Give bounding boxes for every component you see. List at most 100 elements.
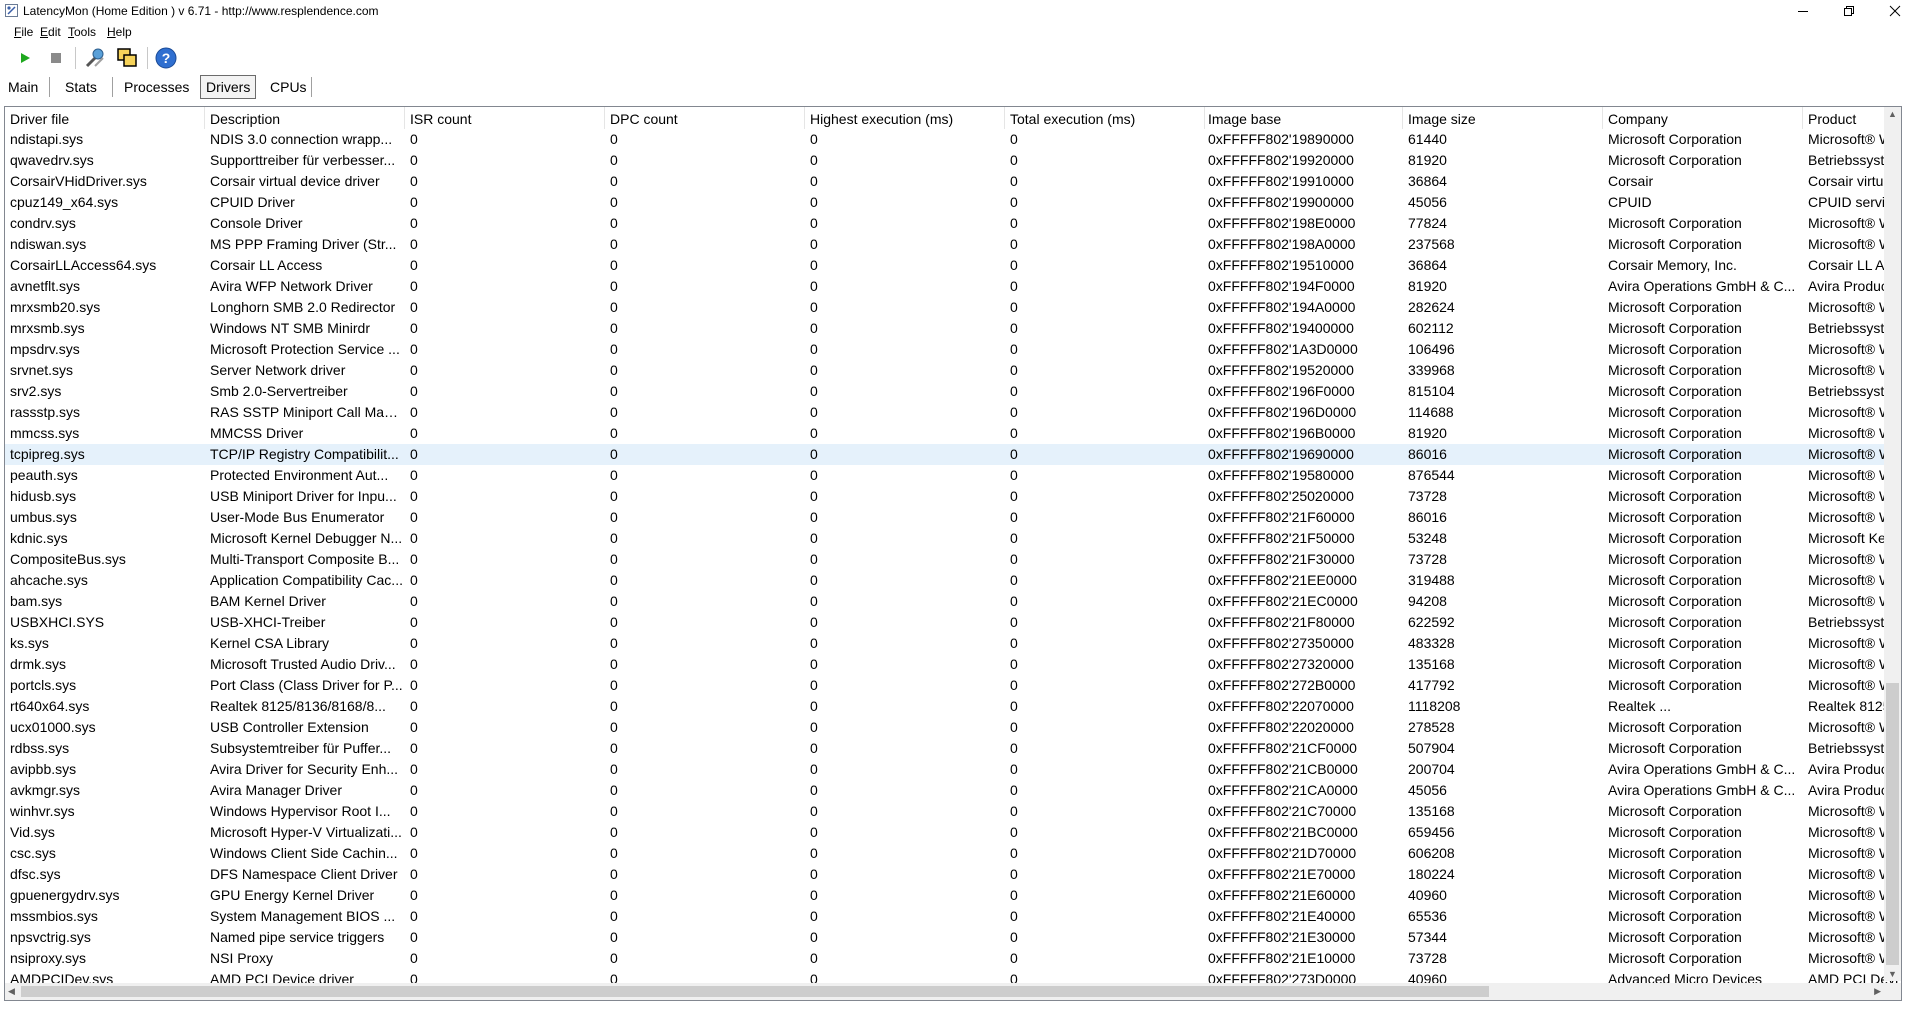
cell-image-size: 73728 <box>1408 551 1447 567</box>
horizontal-scrollbar[interactable]: ◀ ▶ <box>5 983 1884 1000</box>
menu-file[interactable]: File <box>14 25 33 39</box>
column-header-description[interactable]: Description <box>205 107 405 129</box>
column-header-highest-execution[interactable]: Highest execution (ms) <box>805 107 1005 129</box>
table-row[interactable]: condrv.sys Console Driver 0 0 0 0 0xFFFFF802'1… <box>5 213 1901 234</box>
cell-image-base: 0xFFFFF802'198E0000 <box>1208 215 1356 231</box>
cell-image-base: 0xFFFFF802'27350000 <box>1208 635 1354 651</box>
table-row[interactable]: winhvr.sys Windows Hypervisor Root I... 0 0… <box>5 801 1901 822</box>
table-row[interactable]: gpuenergydrv.sys GPU Energy Kernel Driver… <box>5 885 1901 906</box>
tab-stats[interactable]: Stats <box>60 76 102 98</box>
table-row[interactable]: ks.sys Kernel CSA Library 0 0 0 0 0xFFFFF802'2… <box>5 633 1901 654</box>
table-row[interactable]: ucx01000.sys USB Controller Extension 0 0 0 0… <box>5 717 1901 738</box>
cell-driver-file: USBXHCI.SYS <box>10 614 105 630</box>
cell-isr-count: 0 <box>410 824 418 840</box>
table-row[interactable]: mrxsmb20.sys Longhorn SMB 2.0 Redirector 0… <box>5 297 1901 318</box>
table-row[interactable]: rassstp.sys RAS SSTP Miniport Call Mana..… <box>5 402 1901 423</box>
table-row[interactable]: ndiswan.sys MS PPP Framing Driver (Str...… <box>5 234 1901 255</box>
table-row[interactable]: mmcss.sys MMCSS Driver 0 0 0 0 0xFFFFF802'196B… <box>5 423 1901 444</box>
start-monitor-button[interactable] <box>12 45 38 71</box>
cell-image-base: 0xFFFFF802'21F30000 <box>1208 551 1355 567</box>
menu-edit[interactable]: Edit <box>40 25 61 39</box>
cell-highest-execution: 0 <box>810 404 818 420</box>
tab-cpus[interactable]: CPUs <box>265 76 312 98</box>
tab-processes[interactable]: Processes <box>119 76 194 98</box>
menu-edit-accel: E <box>40 25 49 39</box>
table-row[interactable]: portcls.sys Port Class (Class Driver for … <box>5 675 1901 696</box>
tab-main[interactable]: Main <box>3 76 43 98</box>
column-header-total-execution[interactable]: Total execution (ms) <box>1005 107 1205 129</box>
windows-button[interactable] <box>114 45 140 71</box>
vertical-scroll-thumb[interactable] <box>1886 683 1899 965</box>
horizontal-scroll-thumb[interactable] <box>21 986 1489 997</box>
cell-description: MS PPP Framing Driver (Str... <box>210 236 397 252</box>
table-row[interactable]: tcpipreg.sys TCP/IP Registry Compatibilit… <box>5 444 1901 465</box>
help-button[interactable]: ? <box>153 45 179 71</box>
cell-isr-count: 0 <box>410 278 418 294</box>
column-header-dpc-count[interactable]: DPC count <box>605 107 805 129</box>
scroll-left-icon[interactable]: ◀ <box>8 986 15 997</box>
table-row[interactable]: cpuz149_x64.sys CPUID Driver 0 0 0 0 0xFFFFF80… <box>5 192 1901 213</box>
column-header-image-size[interactable]: Image size <box>1403 107 1603 129</box>
table-row[interactable]: rdbss.sys Subsystemtreiber für Puffer... 0… <box>5 738 1901 759</box>
menu-help[interactable]: Help <box>107 25 132 39</box>
table-row[interactable]: drmk.sys Microsoft Trusted Audio Driv... 0… <box>5 654 1901 675</box>
scroll-up-icon[interactable]: ▲ <box>1888 109 1897 119</box>
cell-highest-execution: 0 <box>810 467 818 483</box>
table-row[interactable]: avnetflt.sys Avira WFP Network Driver 0 0 0 0… <box>5 276 1901 297</box>
cell-highest-execution: 0 <box>810 215 818 231</box>
column-header-image-base[interactable]: Image base <box>1203 107 1403 129</box>
table-row[interactable]: CompositeBus.sys Multi-Transport Composit… <box>5 549 1901 570</box>
table-row[interactable]: qwavedrv.sys Supporttreiber für verbesser… <box>5 150 1901 171</box>
table-row[interactable]: csc.sys Windows Client Side Cachin... 0 0 0 0… <box>5 843 1901 864</box>
stop-monitor-button[interactable] <box>43 45 69 71</box>
cell-dpc-count: 0 <box>610 845 618 861</box>
table-row[interactable]: avipbb.sys Avira Driver for Security Enh.… <box>5 759 1901 780</box>
vertical-scrollbar[interactable]: ▲ ▼ <box>1884 107 1901 981</box>
table-row[interactable]: mssmbios.sys System Management BIOS ... 0 0… <box>5 906 1901 927</box>
table-row[interactable]: peauth.sys Protected Environment Aut... 0 0… <box>5 465 1901 486</box>
table-row[interactable]: ahcache.sys Application Compatibility Cac… <box>5 570 1901 591</box>
table-row[interactable]: umbus.sys User-Mode Bus Enumerator 0 0 0 0 0xF… <box>5 507 1901 528</box>
menu-tools[interactable]: Tools <box>68 25 96 39</box>
table-row[interactable]: bam.sys BAM Kernel Driver 0 0 0 0 0xFFFFF802'2… <box>5 591 1901 612</box>
table-row[interactable]: mpsdrv.sys Microsoft Protection Service .… <box>5 339 1901 360</box>
table-row[interactable]: CorsairVHidDriver.sys Corsair virtual dev… <box>5 171 1901 192</box>
table-row[interactable]: kdnic.sys Microsoft Kernel Debugger N... 0… <box>5 528 1901 549</box>
cell-dpc-count: 0 <box>610 215 618 231</box>
cell-description: CPUID Driver <box>210 194 295 210</box>
column-header-driver-file[interactable]: Driver file <box>5 107 205 129</box>
scroll-right-icon[interactable]: ▶ <box>1874 986 1881 997</box>
table-row[interactable]: ndistapi.sys NDIS 3.0 connection wrapp...… <box>5 129 1901 150</box>
cell-highest-execution: 0 <box>810 341 818 357</box>
table-row[interactable]: hidusb.sys USB Miniport Driver for Inpu..… <box>5 486 1901 507</box>
restore-button[interactable] <box>1826 0 1872 22</box>
table-row[interactable]: USBXHCI.SYS USB-XHCI-Treiber 0 0 0 0 0xFFFFF80… <box>5 612 1901 633</box>
column-header-isr-count[interactable]: ISR count <box>405 107 605 129</box>
table-row[interactable]: dfsc.sys DFS Namespace Client Driver 0 0 0 0 0… <box>5 864 1901 885</box>
cell-total-execution: 0 <box>1010 194 1018 210</box>
close-button[interactable] <box>1872 0 1918 22</box>
table-row[interactable]: CorsairLLAccess64.sys Corsair LL Access 0 0… <box>5 255 1901 276</box>
cell-isr-count: 0 <box>410 677 418 693</box>
cell-image-size: 61440 <box>1408 131 1447 147</box>
cell-company: Microsoft Corporation <box>1608 551 1742 567</box>
table-row[interactable]: avkmgr.sys Avira Manager Driver 0 0 0 0 0xFFFF… <box>5 780 1901 801</box>
column-header-company[interactable]: Company <box>1603 107 1803 129</box>
table-row[interactable]: srv2.sys Smb 2.0-Servertreiber 0 0 0 0 0xFFFFF… <box>5 381 1901 402</box>
cell-driver-file: mssmbios.sys <box>10 908 98 924</box>
cell-total-execution: 0 <box>1010 740 1018 756</box>
table-row[interactable]: nsiproxy.sys NSI Proxy 0 0 0 0 0xFFFFF802'21E1… <box>5 948 1901 969</box>
cell-driver-file: cpuz149_x64.sys <box>10 194 119 210</box>
table-row[interactable]: Vid.sys Microsoft Hyper-V Virtualizati...… <box>5 822 1901 843</box>
table-row[interactable]: mrxsmb.sys Windows NT SMB Minirdr 0 0 0 0 0xFF… <box>5 318 1901 339</box>
tools-button[interactable] <box>82 45 108 71</box>
cell-dpc-count: 0 <box>610 635 618 651</box>
scroll-down-icon[interactable]: ▼ <box>1888 969 1897 979</box>
tab-drivers[interactable]: Drivers <box>200 75 257 99</box>
cell-dpc-count: 0 <box>610 908 618 924</box>
table-row[interactable]: rt640x64.sys Realtek 8125/8136/8168/8... 0… <box>5 696 1901 717</box>
table-row[interactable]: npsvctrig.sys Named pipe service triggers… <box>5 927 1901 948</box>
table-row[interactable]: srvnet.sys Server Network driver 0 0 0 0 0xFFF… <box>5 360 1901 381</box>
minimize-button[interactable] <box>1780 0 1826 22</box>
cell-company: Microsoft Corporation <box>1608 635 1742 651</box>
